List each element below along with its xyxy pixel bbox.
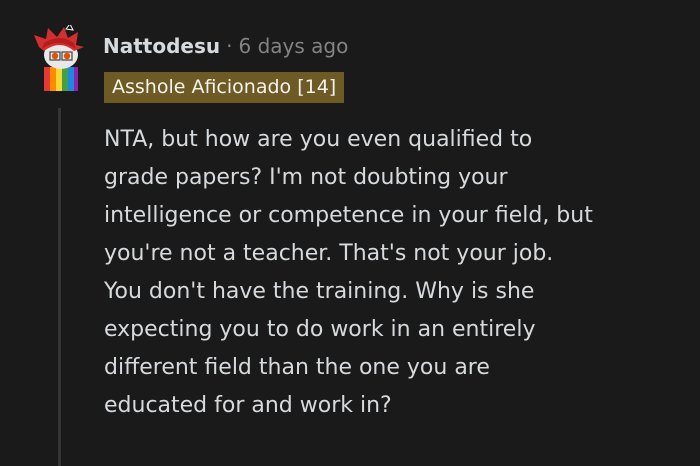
comment-body-line: You don't have the training. Why is she [104,279,535,304]
comment-body-line: different field than the one you are [104,355,490,380]
meta-separator: · [226,34,233,58]
thread-collapse-line[interactable] [58,108,61,466]
comment-body-line: grade papers? I'm not doubting your [104,165,508,190]
timestamp[interactable]: 6 days ago [238,34,348,58]
comment-body-line: NTA, but how are you even qualified to [104,127,533,152]
comment-body-line: expecting you to do work in an entirely [104,317,536,342]
username-link[interactable]: Nattodesu [103,34,220,58]
user-avatar[interactable] [30,25,90,95]
comment: Nattodesu · 6 days ago Asshole Aficionado … [0,0,700,466]
comment-body-line: you're not a teacher. That's not your jo… [104,241,554,266]
comment-body-line: educated for and work in? [104,393,392,418]
comment-body-line: intelligence or competence in your field… [104,203,593,228]
comment-body: NTA, but how are you even qualified to g… [104,121,689,425]
comment-header: Nattodesu · 6 days ago [103,33,348,59]
user-flair: Asshole Aficionado [14] [104,72,345,103]
